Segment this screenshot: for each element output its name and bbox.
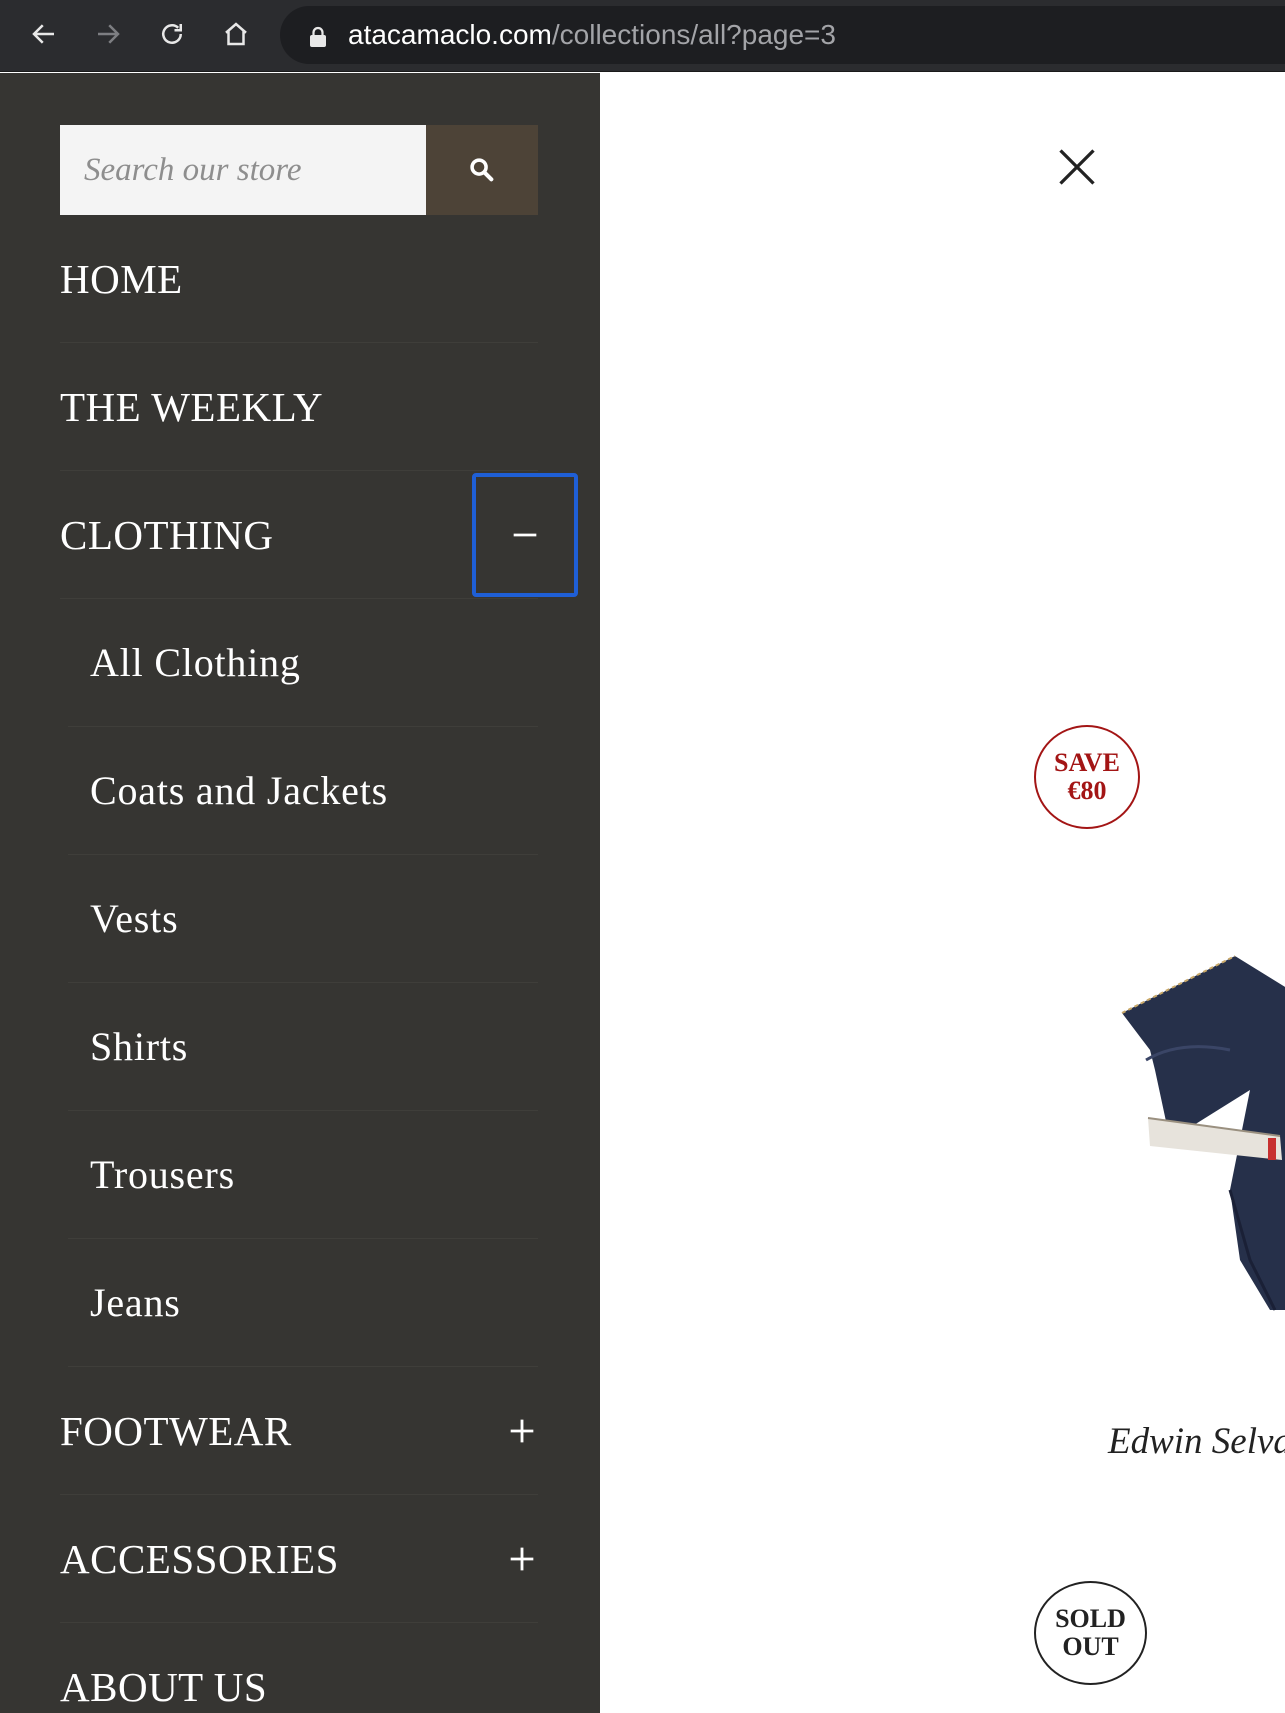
menu-item-home[interactable]: HOME [60, 215, 538, 343]
arrow-right-icon [98, 24, 120, 44]
navigation-drawer: HOME THE WEEKLY CLOTHING All Clothing Co… [0, 73, 600, 1713]
menu-item-label: FOOTWEAR [60, 1407, 292, 1454]
minus-icon [513, 533, 537, 536]
close-drawer-button[interactable] [1052, 142, 1102, 192]
browser-toolbar: atacamaclo.com/collections/all?page=3 [0, 0, 1285, 72]
submenu-item-all-clothing[interactable]: All Clothing [68, 599, 538, 727]
menu-item-label: HOME [60, 255, 183, 302]
close-icon [1059, 149, 1095, 185]
plus-icon [510, 1419, 534, 1442]
expand-footwear-button[interactable] [496, 1405, 548, 1457]
submenu-item-vests[interactable]: Vests [68, 855, 538, 983]
search-input[interactable] [60, 125, 426, 215]
search-button[interactable] [426, 125, 538, 215]
drawer-menu: HOME THE WEEKLY CLOTHING All Clothing Co… [60, 215, 578, 1713]
address-bar[interactable]: atacamaclo.com/collections/all?page=3 [280, 6, 1285, 64]
menu-item-footwear[interactable]: FOOTWEAR [60, 1367, 538, 1495]
save-badge-line1: SAVE [1053, 748, 1120, 777]
home-icon [225, 22, 247, 46]
reload-icon [162, 24, 182, 44]
menu-item-the-weekly[interactable]: THE WEEKLY [60, 343, 538, 471]
collapse-clothing-button[interactable] [472, 472, 578, 597]
submenu-item-jeans[interactable]: Jeans [68, 1239, 538, 1367]
menu-item-label: THE WEEKLY [60, 383, 324, 430]
submenu-item-shirts[interactable]: Shirts [68, 983, 538, 1111]
submenu-item-label: Shirts [90, 1024, 189, 1069]
forward-button[interactable] [90, 16, 126, 52]
search-form [60, 125, 538, 215]
lock-icon [310, 26, 326, 47]
menu-item-clothing[interactable]: CLOTHING [60, 471, 578, 599]
submenu-item-label: Jeans [90, 1280, 181, 1325]
save-badge-line2: €80 [1067, 776, 1107, 805]
url-path: /collections/all?page=3 [551, 19, 836, 50]
sold-badge-line1: SOLD [1055, 1604, 1126, 1633]
reload-button[interactable] [154, 16, 190, 52]
expand-accessories-button[interactable] [496, 1533, 548, 1585]
home-button[interactable] [218, 16, 254, 52]
submenu-item-coats-and-jackets[interactable]: Coats and Jackets [68, 727, 538, 855]
menu-item-label: CLOTHING [60, 511, 274, 558]
submenu-item-label: Vests [90, 896, 179, 941]
url-host: atacamaclo.com [348, 19, 552, 50]
plus-icon [510, 1547, 534, 1570]
save-badge: SAVE €80 [1034, 725, 1140, 829]
submenu-item-trousers[interactable]: Trousers [68, 1111, 538, 1239]
search-icon [470, 158, 494, 182]
menu-item-label: ABOUT US [60, 1663, 268, 1710]
submenu-item-label: Trousers [90, 1152, 235, 1197]
product-image-jeans[interactable] [1110, 940, 1285, 1340]
url-text: atacamaclo.com/collections/all?page=3 [348, 19, 836, 51]
menu-item-label: ACCESSORIES [60, 1535, 339, 1582]
back-button[interactable] [26, 16, 62, 52]
sold-out-badge: SOLD OUT [1034, 1581, 1147, 1685]
arrow-left-icon [32, 24, 54, 44]
submenu-item-label: Coats and Jackets [90, 768, 388, 813]
product-title[interactable]: Edwin Selva [1108, 1420, 1285, 1463]
menu-item-about-us[interactable]: ABOUT US [60, 1623, 538, 1713]
sold-badge-line2: OUT [1062, 1632, 1119, 1661]
menu-item-accessories[interactable]: ACCESSORIES [60, 1495, 538, 1623]
submenu-item-label: All Clothing [90, 640, 301, 685]
